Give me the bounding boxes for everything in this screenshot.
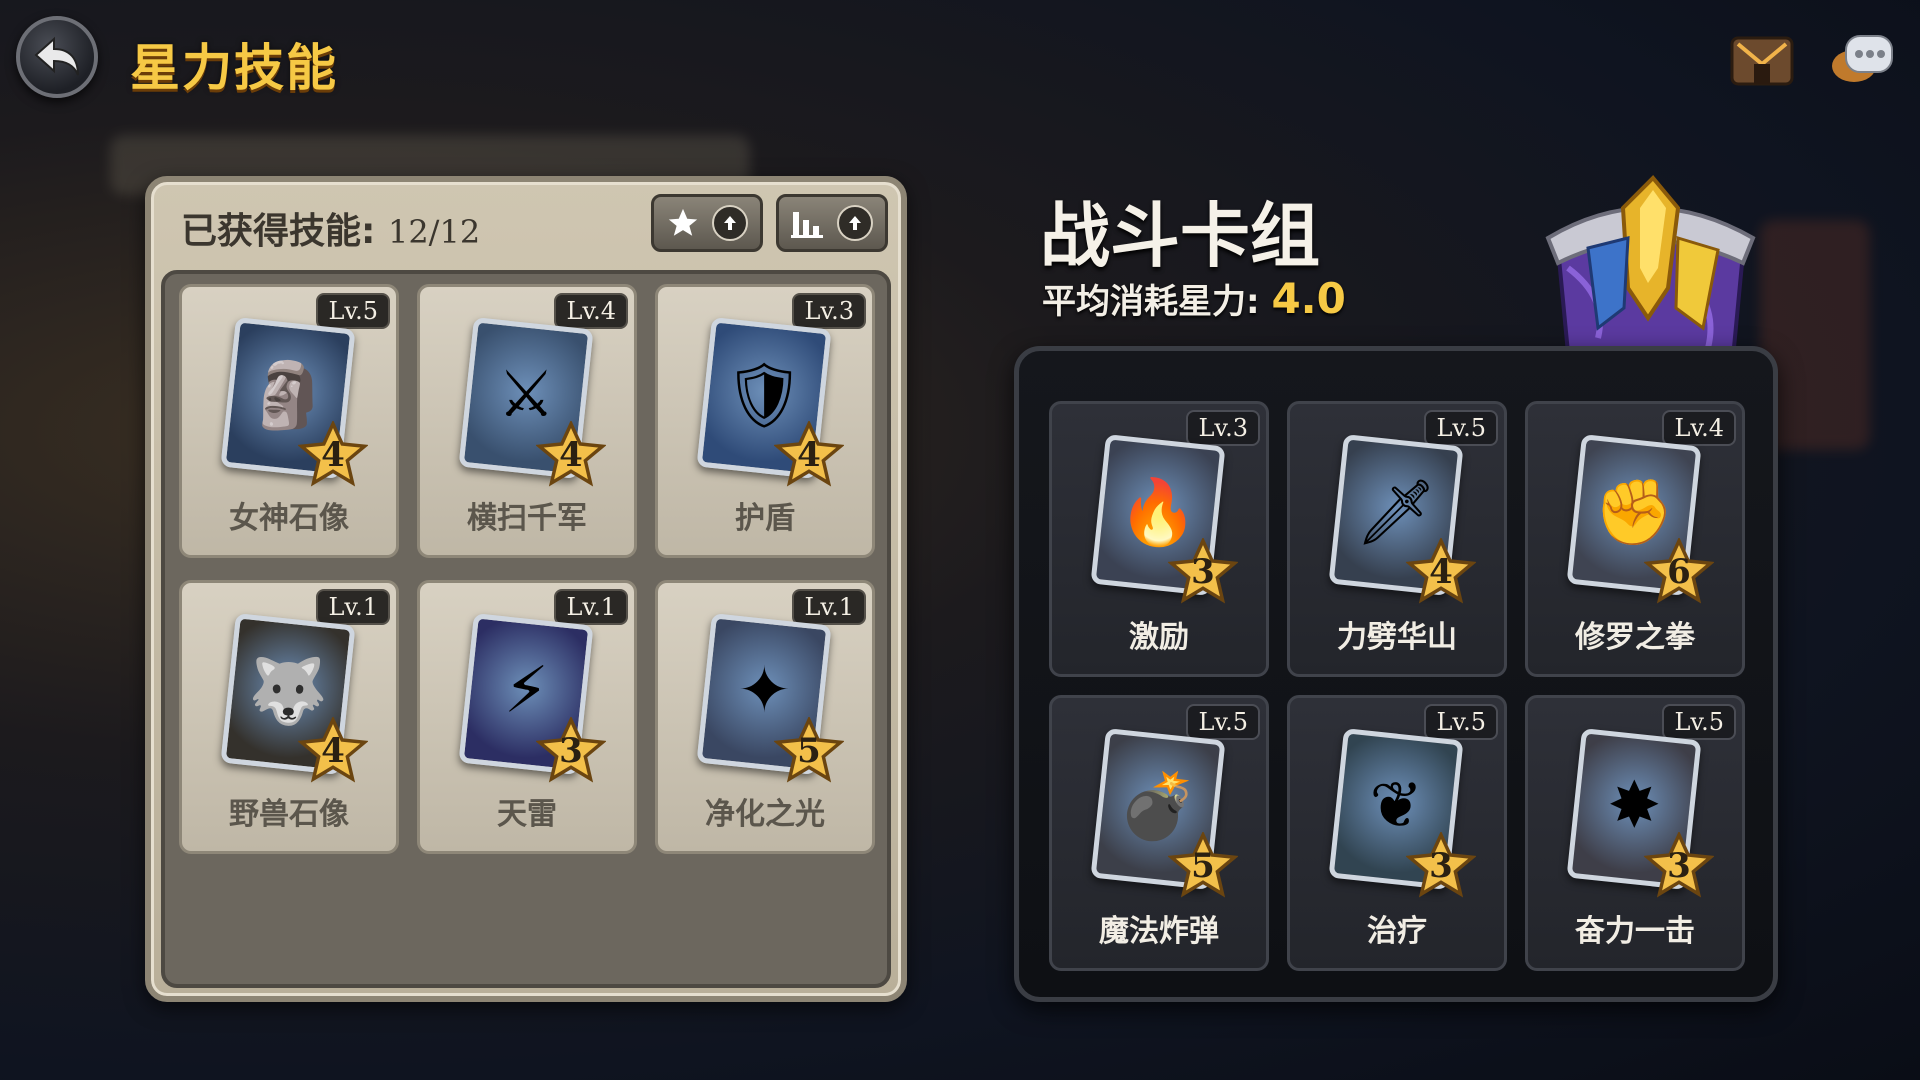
level-badge: Lv.1	[792, 589, 866, 625]
skill-name: 奋力一击	[1575, 914, 1695, 949]
cost-star: 3	[535, 715, 607, 783]
skill-name: 修罗之拳	[1575, 620, 1695, 655]
skill-card[interactable]: Lv.1 ⚡ 3 天雷	[417, 580, 637, 854]
level-badge: Lv.1	[554, 589, 628, 625]
skill-card[interactable]: Lv.4 ⚔ 4 横扫千军	[417, 284, 637, 558]
cost-star: 4	[297, 419, 369, 487]
cost-value: 4	[321, 435, 345, 475]
skill-card[interactable]: Lv.5 💣 5 魔法炸弹	[1049, 695, 1269, 971]
cost-star: 4	[773, 419, 845, 487]
cost-star: 5	[773, 715, 845, 783]
back-button[interactable]	[16, 16, 98, 98]
cost-star: 4	[535, 419, 607, 487]
battle-deck-panel: Lv.3 🔥 3 激励 Lv.5 🗡 4 力劈华山 Lv.4 ✊ 6 修罗之拳 Lv.5 💣 5 魔法炸弹 Lv…	[1014, 346, 1778, 1002]
level-badge: Lv.3	[1186, 410, 1260, 446]
page-title: 星力技能	[130, 39, 338, 97]
skill-name: 力劈华山	[1337, 620, 1457, 655]
cost-value: 4	[1429, 552, 1453, 592]
sort-by-level-button[interactable]	[776, 194, 888, 252]
cost-star: 5	[1167, 830, 1239, 898]
skill-name: 治疗	[1367, 914, 1427, 949]
cost-value: 4	[797, 435, 821, 475]
level-badge: Lv.1	[316, 589, 390, 625]
cost-star: 3	[1405, 830, 1477, 898]
back-arrow-icon	[34, 36, 79, 76]
skill-card[interactable]: Lv.3 🔥 3 激励	[1049, 401, 1269, 677]
cost-value: 3	[559, 731, 583, 771]
star-icon	[668, 208, 698, 236]
cost-value: 3	[1667, 846, 1691, 886]
gate-icon[interactable]	[1728, 30, 1796, 92]
skill-card[interactable]: Lv.5 🗡 4 力劈华山	[1287, 401, 1507, 677]
cost-value: 4	[559, 435, 583, 475]
level-badge: Lv.4	[554, 293, 628, 329]
skill-card[interactable]: Lv.1 ✦ 5 净化之光	[655, 580, 875, 854]
level-badge: Lv.5	[1424, 410, 1498, 446]
level-badge: Lv.5	[1662, 704, 1736, 740]
skill-card[interactable]: Lv.5 ❦ 3 治疗	[1287, 695, 1507, 971]
cost-value: 3	[1191, 552, 1215, 592]
skill-name: 天雷	[497, 797, 557, 832]
skill-card[interactable]: Lv.5 🗿 4 女神石像	[179, 284, 399, 558]
skill-name: 横扫千军	[467, 501, 587, 536]
owned-skills-grid: Lv.5 🗿 4 女神石像 Lv.4 ⚔ 4 横扫千军 Lv.3 🛡 4 护盾 Lv.1 🐺 4 野兽石像 Lv…	[161, 270, 891, 988]
skill-name: 女神石像	[229, 501, 349, 536]
cost-value: 5	[1191, 846, 1215, 886]
arrow-up-icon	[837, 205, 873, 241]
skill-name: 魔法炸弹	[1099, 914, 1219, 949]
cost-star: 6	[1643, 536, 1715, 604]
level-badge: Lv.5	[1186, 704, 1260, 740]
level-badge: Lv.5	[316, 293, 390, 329]
skill-card[interactable]: Lv.3 🛡 4 护盾	[655, 284, 875, 558]
bar-chart-icon	[791, 212, 823, 238]
cost-star: 4	[297, 715, 369, 783]
level-badge: Lv.4	[1662, 410, 1736, 446]
skill-name: 净化之光	[705, 797, 825, 832]
skill-name: 护盾	[735, 501, 795, 536]
skill-card[interactable]: Lv.5 ✸ 3 奋力一击	[1525, 695, 1745, 971]
owned-skills-panel: 已获得技能: 12/12 Lv.5 🗿 4 女神石像 Lv.4 ⚔ 4 横扫千军 Lv.3 🛡 4 护…	[145, 176, 907, 1002]
cost-value: 5	[797, 731, 821, 771]
cost-value: 4	[321, 731, 345, 771]
owned-skills-header: 已获得技能: 12/12	[181, 202, 480, 254]
deck-title: 战斗卡组	[1040, 195, 1320, 277]
skill-name: 野兽石像	[229, 797, 349, 832]
skill-card[interactable]: Lv.1 🐺 4 野兽石像	[179, 580, 399, 854]
cost-star: 3	[1643, 830, 1715, 898]
cost-value: 3	[1429, 846, 1453, 886]
cost-star: 3	[1167, 536, 1239, 604]
level-badge: Lv.5	[1424, 704, 1498, 740]
average-cost-value: 4.0	[1271, 274, 1346, 323]
skill-card[interactable]: Lv.4 ✊ 6 修罗之拳	[1525, 401, 1745, 677]
owned-skills-label: 已获得技能:	[181, 211, 376, 252]
arrow-up-icon	[712, 205, 748, 241]
cost-star: 4	[1405, 536, 1477, 604]
average-cost-label: 平均消耗星力:	[1042, 282, 1260, 322]
chat-icon[interactable]	[1828, 30, 1896, 92]
skill-name: 激励	[1129, 620, 1189, 655]
owned-skills-count: 12/12	[387, 213, 481, 251]
cost-value: 6	[1667, 552, 1691, 592]
level-badge: Lv.3	[792, 293, 866, 329]
average-cost: 平均消耗星力: 4.0	[1042, 274, 1346, 323]
sort-by-star-button[interactable]	[651, 194, 763, 252]
